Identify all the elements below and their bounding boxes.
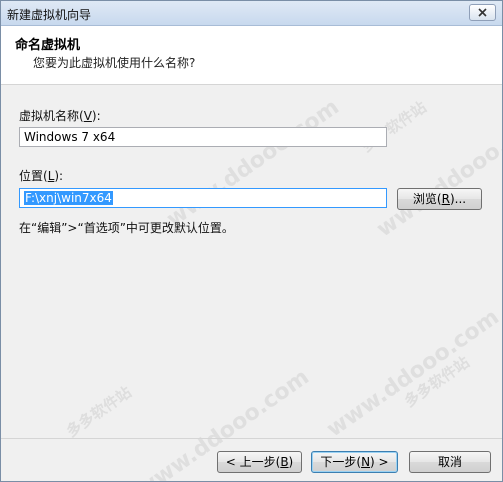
page-title: 命名虚拟机 <box>15 38 81 53</box>
title-bar[interactable]: 新建虚拟机向导 <box>1 1 502 26</box>
watermark-url: www.ddooo.com <box>162 94 344 233</box>
back-button[interactable]: < 上一步(B) <box>217 451 302 473</box>
vm-name-input[interactable]: Windows 7 x64 <box>19 127 387 147</box>
window-title: 新建虚拟机向导 <box>7 8 92 22</box>
close-button[interactable] <box>469 4 496 21</box>
location-input[interactable]: F:\xnj\win7x64 <box>19 188 387 208</box>
close-icon <box>478 8 487 17</box>
wizard-window: 新建虚拟机向导 命名虚拟机 您要为此虚拟机使用什么名称? www.ddooo.c… <box>0 0 503 482</box>
footer-divider <box>1 438 502 439</box>
location-value: F:\xnj\win7x64 <box>24 191 113 205</box>
default-location-hint: 在“编辑”>“首选项”中可更改默认位置。 <box>19 221 234 235</box>
next-button[interactable]: 下一步(N) > <box>311 451 398 473</box>
wizard-header: 命名虚拟机 您要为此虚拟机使用什么名称? <box>1 26 502 85</box>
page-subtitle: 您要为此虚拟机使用什么名称? <box>33 56 196 70</box>
watermark-text: 多多软件站 <box>400 353 473 411</box>
watermark-url: www.ddooo.com <box>372 104 503 243</box>
watermark-text: 多多软件站 <box>62 383 135 441</box>
watermark-url: www.ddooo.com <box>322 304 503 443</box>
vm-name-label: 虚拟机名称(V): <box>19 109 101 123</box>
cancel-button[interactable]: 取消 <box>409 451 491 473</box>
browse-button[interactable]: 浏览(R)... <box>397 188 482 210</box>
location-label: 位置(L): <box>19 169 64 183</box>
